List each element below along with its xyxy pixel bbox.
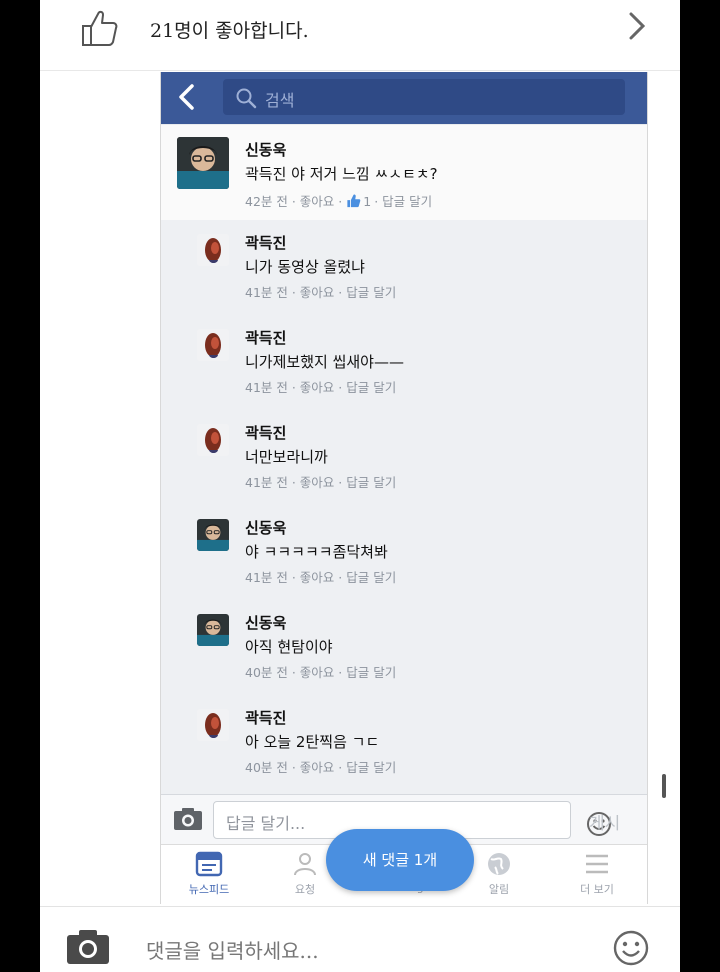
comment-row[interactable]: 곽득진니가제보했지 씹새야—— 41분 전 · 좋아요 · 답글 달기 — [161, 315, 647, 411]
back-arrow-icon[interactable] — [175, 82, 199, 112]
camera-icon[interactable] — [173, 807, 203, 831]
thumbs-up-icon — [82, 10, 118, 46]
embedded-screenshot: 검색 신동욱 곽득진 야 저거 느낌 ㅆㅅㅌㅊ? 42분 전 · 좋아요 · 1 · 답… — [160, 72, 648, 904]
avatar[interactable] — [197, 709, 229, 741]
profile-photo-icon — [205, 713, 221, 738]
avatar[interactable] — [197, 234, 229, 266]
comment-text: 아 오늘 2탄찍음 ㄱㄷ — [245, 733, 380, 751]
comment-text: 니가 동영상 올렸냐 — [245, 258, 365, 276]
comment-author[interactable]: 곽득진 — [245, 232, 286, 253]
scrollbar[interactable] — [662, 774, 666, 798]
profile-photo-icon — [177, 137, 229, 189]
avatar[interactable] — [197, 329, 229, 361]
profile-photo-icon — [197, 519, 229, 551]
comment-author[interactable]: 곽득진 — [245, 707, 286, 728]
comment-author[interactable]: 곽득진 — [245, 327, 286, 348]
tab-more[interactable]: 더 보기 — [557, 851, 637, 901]
reply-placeholder: 답글 달기... — [226, 814, 306, 833]
chevron-right-icon[interactable] — [626, 10, 648, 42]
tab-label: 요청 — [294, 883, 316, 896]
comment-row[interactable]: 곽득진아 오늘 2탄찍음 ㄱㄷ 40분 전 · 좋아요 · 답글 달기 — [161, 695, 647, 796]
news-feed-icon — [195, 851, 223, 877]
comment-text: 너만보라니까 — [245, 448, 328, 466]
comment-meta[interactable]: 41분 전 · 좋아요 · 답글 달기 — [245, 567, 396, 586]
globe-icon — [488, 853, 510, 875]
reply-link[interactable]: · 답글 달기 — [374, 194, 432, 209]
profile-photo-icon — [205, 333, 221, 358]
comment-author[interactable]: 신동욱 — [245, 612, 286, 633]
avatar[interactable] — [197, 614, 229, 646]
menu-icon — [586, 854, 608, 874]
comment-row[interactable]: 신동욱야 ㅋㅋㅋㅋㅋ좀닥쳐봐 41분 전 · 좋아요 · 답글 달기 — [161, 505, 647, 601]
camera-icon[interactable] — [66, 929, 110, 965]
comment-author[interactable]: 신동욱 — [245, 517, 286, 538]
likes-bar[interactable]: 21명이 좋아합니다. — [40, 0, 680, 71]
comment-meta[interactable]: 40분 전 · 좋아요 · 답글 달기 — [245, 757, 396, 776]
tab-label: 더 보기 — [580, 883, 614, 896]
comment-text: 곽득진 야 저거 느낌 ㅆㅅㅌㅊ? — [245, 165, 438, 183]
like-thumb-icon — [347, 194, 361, 208]
comment-meta[interactable]: 42분 전 · 좋아요 · 1 · 답글 달기 — [245, 191, 432, 210]
profile-photo-icon — [205, 428, 221, 453]
search-input[interactable]: 검색 — [223, 79, 625, 115]
comment-author[interactable]: 곽득진 — [245, 422, 286, 443]
friend-requests-icon — [294, 853, 316, 876]
comment-meta[interactable]: 41분 전 · 좋아요 · 답글 달기 — [245, 472, 396, 491]
tab-label: 뉴스피드 — [188, 883, 230, 896]
tab-news-feed[interactable]: 뉴스피드 — [169, 851, 249, 901]
app-page: 21명이 좋아합니다. 검색 신동욱 곽득진 야 저거 느낌 ㅆㅅㅌㅊ? 42분 전… — [40, 0, 680, 972]
avatar[interactable] — [197, 519, 229, 551]
outer-comment-bar: 댓글을 입력하세요... — [40, 906, 680, 972]
comment-text: 니가제보했지 씹새야—— — [245, 353, 404, 371]
like-count: 1 — [363, 194, 372, 209]
comment-meta[interactable]: 41분 전 · 좋아요 · 답글 달기 — [245, 282, 396, 301]
comment-input[interactable]: 댓글을 입력하세요... — [146, 935, 319, 964]
phone-header: 검색 — [161, 72, 647, 124]
comment-row[interactable]: 곽득진너만보라니까 41분 전 · 좋아요 · 답글 달기 — [161, 410, 647, 506]
likes-count-text: 21명이 좋아합니다. — [150, 20, 309, 42]
avatar[interactable] — [197, 424, 229, 456]
tab-label: 알림 — [488, 883, 510, 896]
comment-meta[interactable]: 40분 전 · 좋아요 · 답글 달기 — [245, 662, 396, 681]
search-placeholder: 검색 — [265, 91, 295, 110]
comment-meta[interactable]: 41분 전 · 좋아요 · 답글 달기 — [245, 377, 396, 396]
profile-photo-icon — [205, 238, 221, 263]
comment-text: 야 ㅋㅋㅋㅋㅋ좀닥쳐봐 — [245, 543, 388, 561]
comment-author[interactable]: 신동욱 — [245, 139, 286, 160]
post-button[interactable]: 게시 — [589, 809, 620, 834]
comment-text: 아직 현탐이야 — [245, 638, 333, 656]
profile-photo-icon — [197, 614, 229, 646]
new-comment-badge[interactable]: 새 댓글 1개 — [326, 829, 474, 891]
search-icon — [236, 88, 257, 109]
meta-text[interactable]: 42분 전 · 좋아요 · — [245, 194, 342, 209]
avatar[interactable] — [177, 137, 229, 189]
comment-row[interactable]: 신동욱아직 현탐이야 40분 전 · 좋아요 · 답글 달기 — [161, 600, 647, 696]
comment-row[interactable]: 신동욱곽득진 야 저거 느낌 ㅆㅅㅌㅊ? 42분 전 · 좋아요 · 1 · 답글 달… — [161, 125, 647, 221]
comment-row[interactable]: 곽득진니가 동영상 올렸냐 41분 전 · 좋아요 · 답글 달기 — [161, 220, 647, 316]
emoji-icon[interactable] — [612, 929, 650, 967]
